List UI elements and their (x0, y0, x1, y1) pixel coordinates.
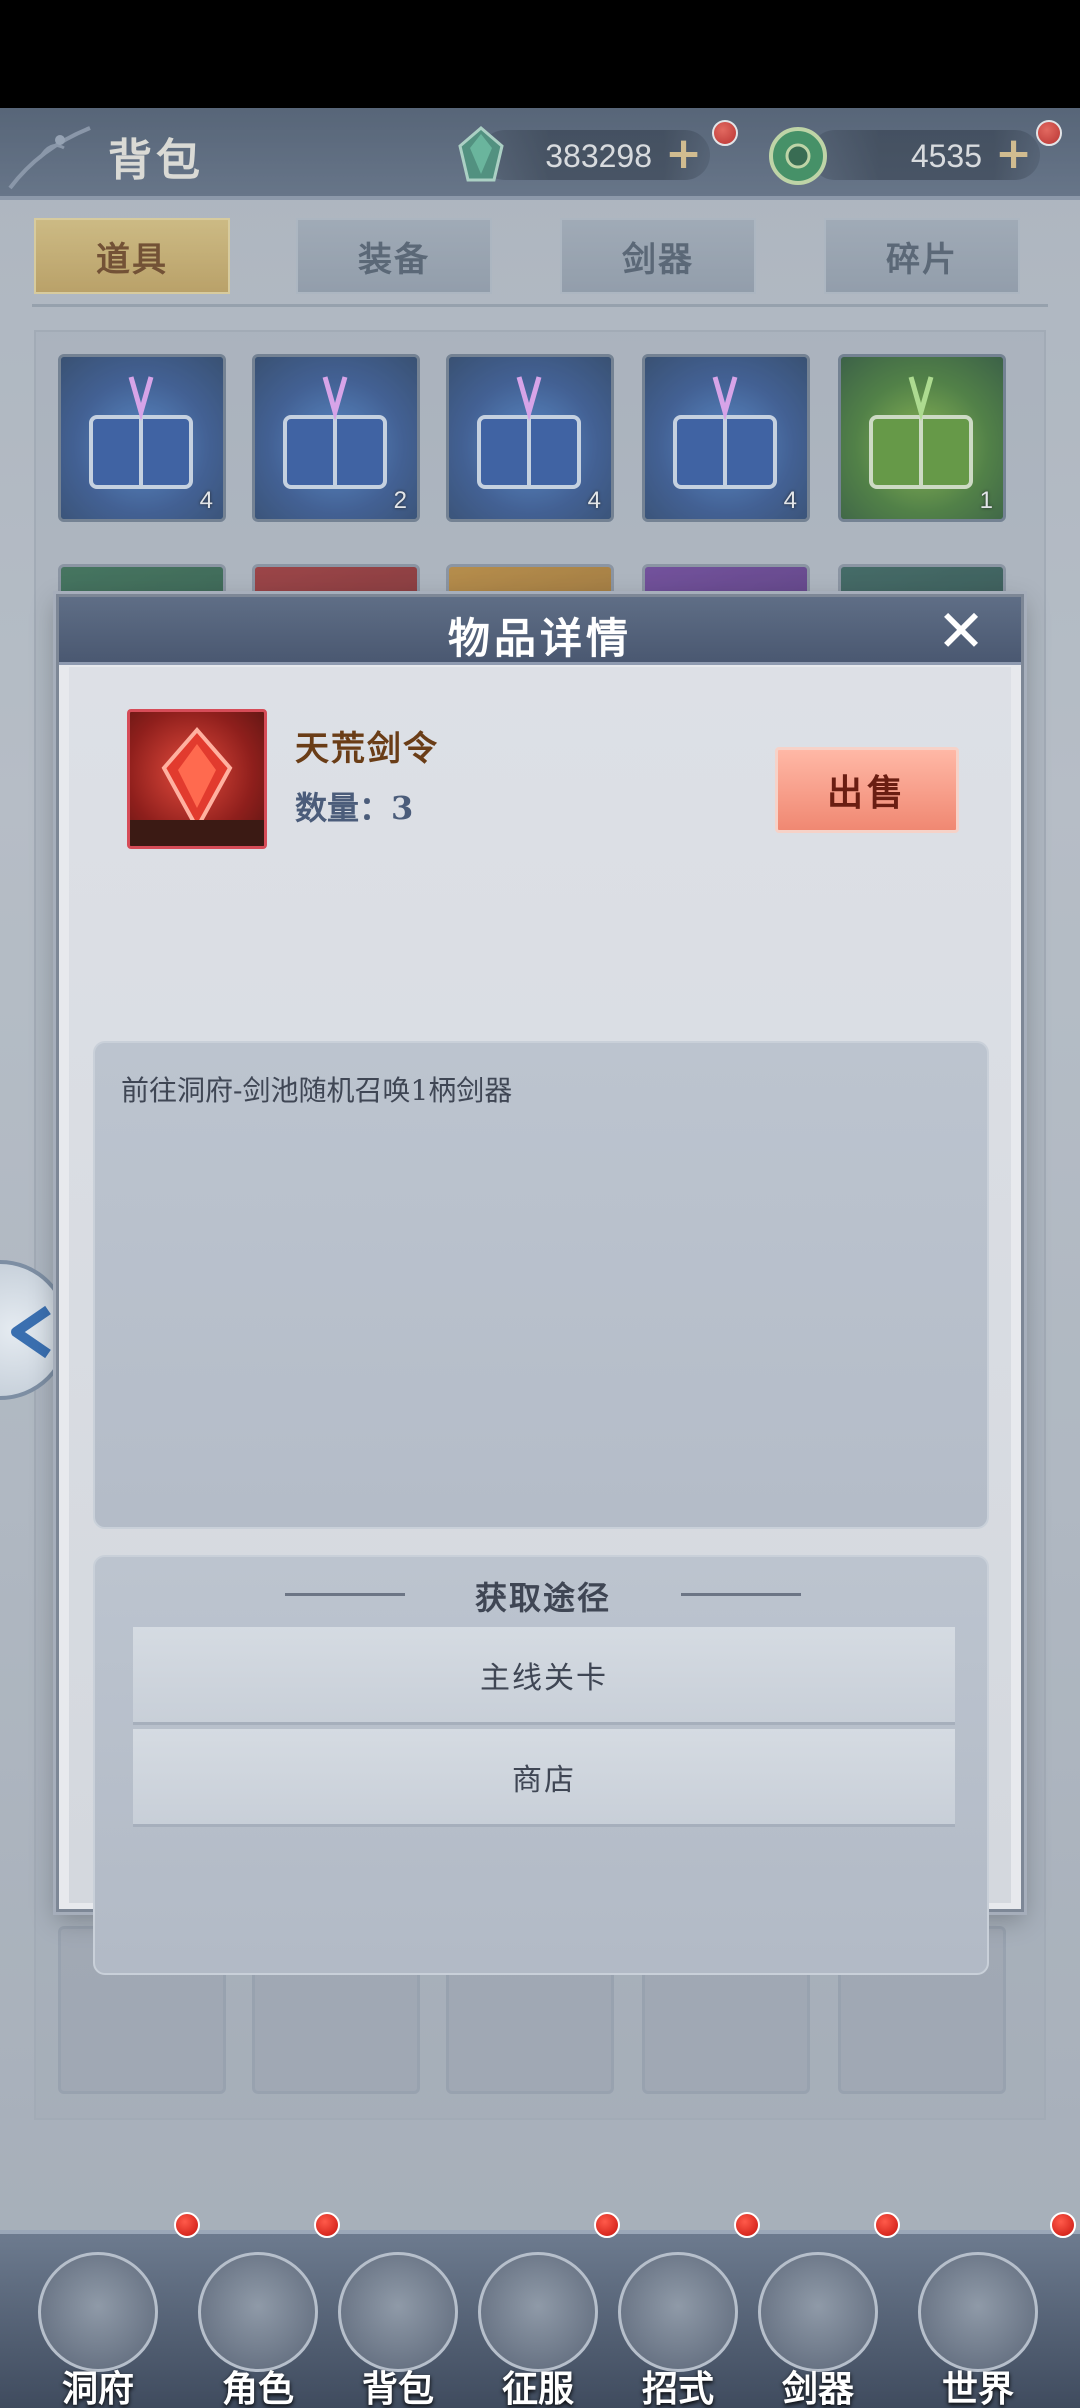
description-panel: 前往洞府-剑池随机召唤1柄剑器 (93, 1041, 989, 1529)
nav-item-conquer[interactable]: 征服 (468, 2234, 608, 2408)
character-icon (198, 2252, 318, 2372)
world-map-icon (918, 2252, 1038, 2372)
nav-label: 洞府 (61, 2368, 134, 2408)
item-quantity: 数量：3 (295, 789, 414, 827)
crossed-swords-icon (478, 2252, 598, 2372)
token-gem-icon (130, 726, 264, 846)
nav-item-character[interactable]: 角色 (188, 2234, 328, 2408)
source-panel: 获取途径 主线关卡 商店 (93, 1555, 989, 1975)
source-item-main-stage[interactable]: 主线关卡 (133, 1627, 955, 1725)
dialog-body: 天荒剑令 数量：3 出售 前往洞府-剑池随机召唤1柄剑器 获取途径 主线关卡 商… (69, 667, 1011, 1975)
nav-label: 背包 (361, 2368, 434, 2408)
source-title: 获取途径 (474, 1579, 611, 1617)
backpack-screen: 背包 383298 + 4535 + 道具 装备 剑器 碎片 4 2 4 4 1… (0, 108, 1080, 2408)
close-icon[interactable]: ✕ (931, 601, 991, 661)
nav-label: 剑器 (781, 2368, 854, 2408)
item-name: 天荒剑令 (295, 729, 439, 769)
nav-label: 角色 (221, 2368, 294, 2408)
chevron-left-icon (11, 1305, 51, 1359)
sell-button[interactable]: 出售 (775, 747, 959, 833)
nav-item-world[interactable]: 世界 (908, 2234, 1048, 2408)
ornament-line (681, 1593, 801, 1596)
cave-mansion-icon (38, 2252, 158, 2372)
nav-item-moves[interactable]: 招式 (608, 2234, 748, 2408)
notification-dot (1050, 2212, 1076, 2238)
bottom-navigation: 洞府 角色 背包 征服 招式 剑器 世界 (0, 2212, 1080, 2408)
item-detail-dialog: 物品详情 ✕ 天荒剑令 数量：3 出售 前往洞府-剑池随机召唤1柄剑器 获取途径 (56, 594, 1024, 1975)
dialog-header: 物品详情 ✕ (59, 597, 1021, 665)
nav-item-backpack[interactable]: 背包 (328, 2234, 468, 2408)
nav-item-swords[interactable]: 剑器 (748, 2234, 888, 2408)
nav-label: 招式 (641, 2368, 714, 2408)
item-description: 前往洞府-剑池随机召唤1柄剑器 (121, 1074, 513, 1107)
dialog-title: 物品详情 (447, 614, 632, 663)
nav-item-cave-mansion[interactable]: 洞府 (28, 2234, 168, 2408)
scroll-icon (618, 2252, 738, 2372)
backpack-icon (338, 2252, 458, 2372)
red-sword-token-icon (127, 709, 267, 849)
source-item-shop[interactable]: 商店 (133, 1729, 955, 1827)
nav-label: 征服 (501, 2368, 574, 2408)
sword-icon (758, 2252, 878, 2372)
nav-label: 世界 (941, 2368, 1014, 2408)
